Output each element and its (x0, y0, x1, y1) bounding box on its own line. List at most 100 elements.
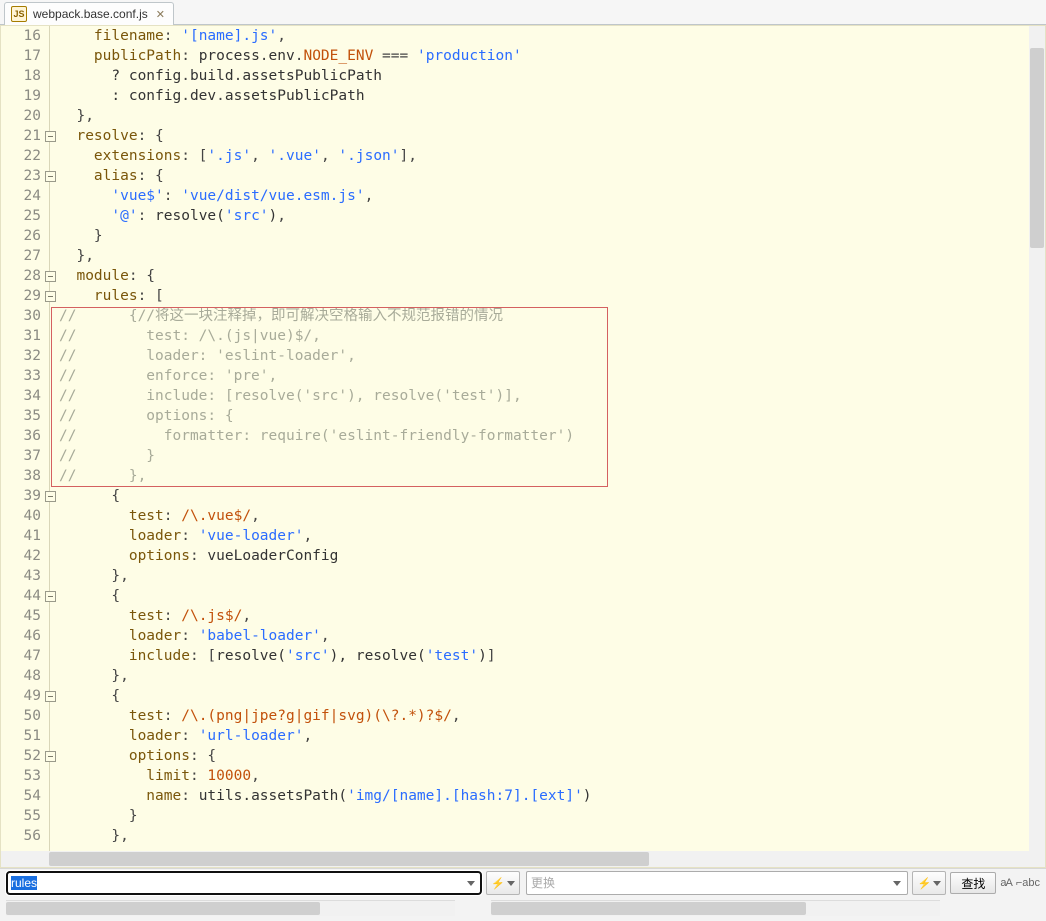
code-line[interactable]: 45 test: /\.js$/, (1, 606, 1029, 626)
find-button[interactable]: 查找 (950, 872, 996, 894)
vertical-scrollbar[interactable] (1029, 26, 1045, 851)
code-text[interactable]: alias: { (59, 166, 1029, 186)
code-line[interactable]: 21 resolve: { (1, 126, 1029, 146)
code-text[interactable]: { (59, 486, 1029, 506)
fold-toggle-icon[interactable] (45, 591, 56, 602)
code-text[interactable]: options: { (59, 746, 1029, 766)
code-line[interactable]: 47 include: [resolve('src'), resolve('te… (1, 646, 1029, 666)
fold-gutter[interactable] (43, 126, 59, 146)
code-text[interactable]: }, (59, 246, 1029, 266)
code-text[interactable]: }, (59, 106, 1029, 126)
code-line[interactable]: 43 }, (1, 566, 1029, 586)
code-line[interactable]: 49 { (1, 686, 1029, 706)
code-line[interactable]: 24 'vue$': 'vue/dist/vue.esm.js', (1, 186, 1029, 206)
code-line[interactable]: 28 module: { (1, 266, 1029, 286)
code-line[interactable]: 51 loader: 'url-loader', (1, 726, 1029, 746)
code-line[interactable]: 20 }, (1, 106, 1029, 126)
code-text[interactable]: test: /\.(png|jpe?g|gif|svg)(\?.*)?$/, (59, 706, 1029, 726)
code-line[interactable]: 34// include: [resolve('src'), resolve('… (1, 386, 1029, 406)
code-text[interactable]: // } (59, 446, 1029, 466)
code-text[interactable]: }, (59, 666, 1029, 686)
code-text[interactable]: } (59, 806, 1029, 826)
code-line[interactable]: 18 ? config.build.assetsPublicPath (1, 66, 1029, 86)
close-icon[interactable]: ✕ (156, 8, 165, 21)
code-text[interactable]: name: utils.assetsPath('img/[name].[hash… (59, 786, 1029, 806)
code-text[interactable]: }, (59, 566, 1029, 586)
find-input[interactable] (6, 871, 482, 895)
code-line[interactable]: 42 options: vueLoaderConfig (1, 546, 1029, 566)
code-line[interactable]: 23 alias: { (1, 166, 1029, 186)
code-line[interactable]: 29 rules: [ (1, 286, 1029, 306)
code-text[interactable]: loader: 'vue-loader', (59, 526, 1029, 546)
replace-history-dropdown[interactable] (889, 874, 905, 892)
code-line[interactable]: 55 } (1, 806, 1029, 826)
code-line[interactable]: 19 : config.dev.assetsPublicPath (1, 86, 1029, 106)
code-text[interactable]: : config.dev.assetsPublicPath (59, 86, 1029, 106)
code-line[interactable]: 27 }, (1, 246, 1029, 266)
find-h-scrollbar[interactable] (6, 900, 455, 916)
code-line[interactable]: 39 { (1, 486, 1029, 506)
code-line[interactable]: 40 test: /\.vue$/, (1, 506, 1029, 526)
code-text[interactable]: // test: /\.(js|vue)$/, (59, 326, 1029, 346)
code-text[interactable]: // loader: 'eslint-loader', (59, 346, 1029, 366)
code-line[interactable]: 37// } (1, 446, 1029, 466)
code-line[interactable]: 33// enforce: 'pre', (1, 366, 1029, 386)
fold-gutter[interactable] (43, 486, 59, 506)
code-text[interactable]: // enforce: 'pre', (59, 366, 1029, 386)
code-text[interactable]: '@': resolve('src'), (59, 206, 1029, 226)
fold-toggle-icon[interactable] (45, 751, 56, 762)
code-text[interactable]: limit: 10000, (59, 766, 1029, 786)
code-line[interactable]: 56 }, (1, 826, 1029, 846)
fold-toggle-icon[interactable] (45, 171, 56, 182)
code-line[interactable]: 16 filename: '[name].js', (1, 26, 1029, 46)
replace-input[interactable] (526, 871, 908, 895)
find-tools-button[interactable]: ⚡ (486, 871, 520, 895)
code-line[interactable]: 54 name: utils.assetsPath('img/[name].[h… (1, 786, 1029, 806)
code-text[interactable]: { (59, 686, 1029, 706)
code-line[interactable]: 30// {//将这一块注释掉，即可解决空格输入不规范报错的情况 (1, 306, 1029, 326)
replace-h-scrollbar[interactable] (491, 900, 940, 916)
code-line[interactable]: 22 extensions: ['.js', '.vue', '.json'], (1, 146, 1029, 166)
code-line[interactable]: 48 }, (1, 666, 1029, 686)
fold-toggle-icon[interactable] (45, 291, 56, 302)
case-sensitive-toggle[interactable]: aA (1000, 877, 1011, 889)
file-tab[interactable]: JS webpack.base.conf.js ✕ (4, 2, 174, 25)
code-text[interactable]: ? config.build.assetsPublicPath (59, 66, 1029, 86)
fold-gutter[interactable] (43, 286, 59, 306)
fold-toggle-icon[interactable] (45, 491, 56, 502)
fold-toggle-icon[interactable] (45, 691, 56, 702)
code-text[interactable]: // }, (59, 466, 1029, 486)
fold-gutter[interactable] (43, 266, 59, 286)
code-text[interactable]: test: /\.vue$/, (59, 506, 1029, 526)
code-text[interactable]: loader: 'babel-loader', (59, 626, 1029, 646)
code-line[interactable]: 41 loader: 'vue-loader', (1, 526, 1029, 546)
horizontal-scroll-thumb[interactable] (49, 852, 649, 866)
code-text[interactable]: filename: '[name].js', (59, 26, 1029, 46)
code-text[interactable]: } (59, 226, 1029, 246)
fold-gutter[interactable] (43, 746, 59, 766)
replace-tools-button[interactable]: ⚡ (912, 871, 946, 895)
code-line[interactable]: 31// test: /\.(js|vue)$/, (1, 326, 1029, 346)
vertical-scroll-thumb[interactable] (1030, 48, 1044, 248)
fold-gutter[interactable] (43, 166, 59, 186)
fold-gutter[interactable] (43, 686, 59, 706)
code-text[interactable]: module: { (59, 266, 1029, 286)
code-text[interactable]: test: /\.js$/, (59, 606, 1029, 626)
whole-word-toggle[interactable]: ⌐abc (1016, 877, 1040, 889)
code-text[interactable]: rules: [ (59, 286, 1029, 306)
code-line[interactable]: 44 { (1, 586, 1029, 606)
code-editor[interactable]: 16 filename: '[name].js',17 publicPath: … (0, 25, 1046, 868)
code-text[interactable]: resolve: { (59, 126, 1029, 146)
code-line[interactable]: 17 publicPath: process.env.NODE_ENV === … (1, 46, 1029, 66)
code-text[interactable]: include: [resolve('src'), resolve('test'… (59, 646, 1029, 666)
code-text[interactable]: // include: [resolve('src'), resolve('te… (59, 386, 1029, 406)
code-text[interactable]: extensions: ['.js', '.vue', '.json'], (59, 146, 1029, 166)
code-text[interactable]: // formatter: require('eslint-friendly-f… (59, 426, 1029, 446)
code-line[interactable]: 52 options: { (1, 746, 1029, 766)
code-text[interactable]: // {//将这一块注释掉，即可解决空格输入不规范报错的情况 (59, 306, 1029, 326)
code-text[interactable]: loader: 'url-loader', (59, 726, 1029, 746)
code-line[interactable]: 25 '@': resolve('src'), (1, 206, 1029, 226)
code-text[interactable]: // options: { (59, 406, 1029, 426)
code-line[interactable]: 26 } (1, 226, 1029, 246)
code-line[interactable]: 53 limit: 10000, (1, 766, 1029, 786)
